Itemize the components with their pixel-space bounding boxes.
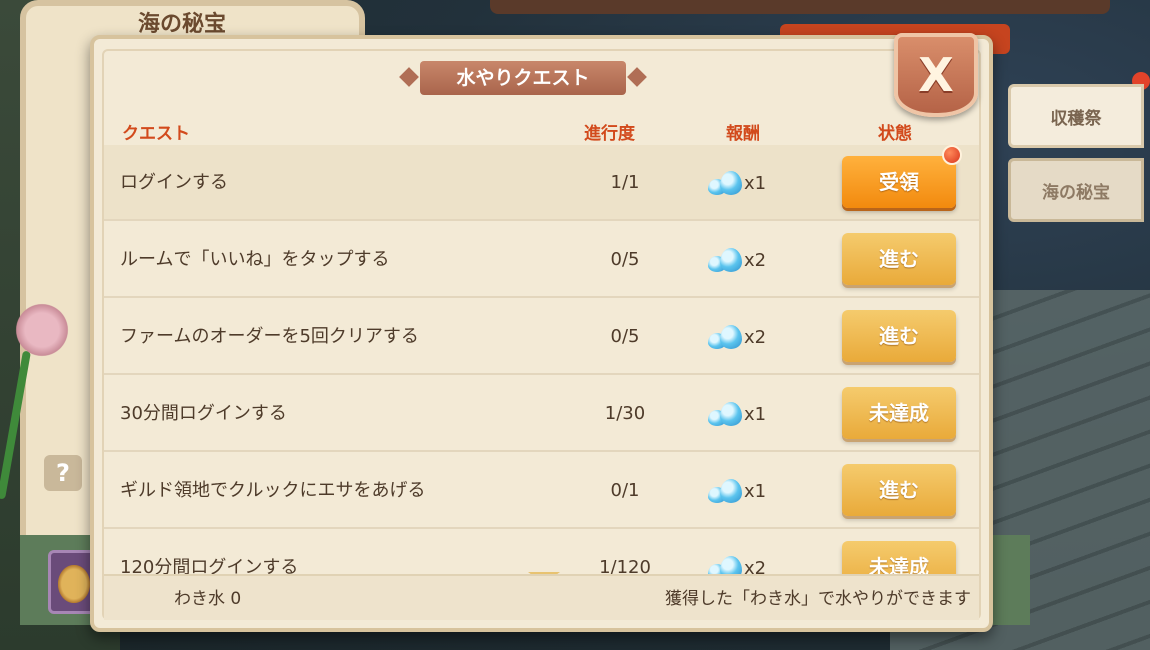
water-drop-icon — [708, 479, 742, 503]
close-button[interactable]: X — [894, 33, 978, 117]
quest-name: ギルド領地でクルックにエサをあげる — [120, 480, 426, 501]
go-button[interactable]: 進む — [842, 310, 956, 362]
quest-reward: x1 — [708, 169, 766, 197]
background-top-banner — [490, 0, 1110, 14]
quest-name: ルームで「いいね」をタップする — [120, 249, 390, 270]
reward-quantity: x2 — [744, 326, 767, 348]
column-header-quest: クエスト — [122, 124, 190, 144]
table-row: 120分間ログインする 1/120 x2 未達成 — [104, 530, 979, 575]
water-drop-icon — [708, 402, 742, 426]
table-row: ギルド領地でクルックにエサをあげる 0/1 x1 進む — [104, 453, 979, 529]
quest-name: ログインする — [120, 172, 228, 193]
quest-name: ファームのオーダーを5回クリアする — [120, 326, 419, 347]
shell-icon — [58, 565, 90, 603]
go-button[interactable]: 進む — [842, 233, 956, 285]
reward-quantity: x1 — [744, 172, 767, 194]
dialog-title: 水やりクエスト — [420, 61, 626, 95]
table-row: 30分間ログインする 1/30 x1 未達成 — [104, 376, 979, 452]
quest-progress: 1/30 — [604, 403, 646, 424]
water-drop-icon — [708, 171, 742, 195]
reward-quantity: x1 — [744, 480, 767, 502]
column-header-progress: 進行度 — [584, 124, 635, 144]
go-button[interactable]: 進む — [842, 464, 956, 516]
quest-progress: 1/1 — [610, 172, 640, 193]
water-drop-icon — [708, 556, 742, 575]
quest-progress: 0/1 — [610, 480, 640, 501]
close-icon: X — [918, 48, 954, 102]
tab-sea-treasure[interactable]: 海の秘宝 — [1008, 158, 1144, 222]
table-row: ファームのオーダーを5回クリアする 0/5 x2 進む — [104, 299, 979, 375]
tab-harvest-festival[interactable]: 収穫祭 — [1008, 84, 1144, 148]
water-count: わき水 0 — [174, 589, 242, 609]
table-row: ルームで「いいね」をタップする 0/5 x2 進む — [104, 222, 979, 298]
column-header-reward: 報酬 — [726, 124, 760, 144]
notification-badge — [942, 145, 962, 165]
quest-progress: 0/5 — [610, 249, 640, 270]
dialog-footer: わき水 0 獲得した「わき水」で水やりができます — [104, 574, 979, 620]
quest-progress: 0/5 — [610, 326, 640, 347]
reward-quantity: x2 — [744, 557, 767, 576]
column-header-status: 状態 — [878, 124, 912, 144]
tab-label: 収穫祭 — [1050, 109, 1102, 129]
quest-table[interactable]: ログインする 1/1 x1 受領 ルームで「いいね」をタップする 0/5 x2 … — [104, 145, 979, 575]
quest-reward: x1 — [708, 400, 766, 428]
incomplete-button[interactable]: 未達成 — [842, 387, 956, 439]
flower-icon — [12, 300, 72, 360]
quest-name: 30分間ログインする — [120, 403, 287, 424]
help-icon[interactable]: ? — [44, 455, 82, 491]
claim-button[interactable]: 受領 — [842, 156, 956, 208]
footer-hint: 獲得した「わき水」で水やりができます — [665, 589, 971, 609]
tab-label: 海の秘宝 — [1042, 183, 1110, 203]
quest-reward: x2 — [708, 323, 766, 351]
quest-progress: 1/120 — [599, 557, 651, 575]
incomplete-button[interactable]: 未達成 — [842, 541, 956, 575]
water-drop-icon — [708, 248, 742, 272]
quest-reward: x2 — [708, 554, 766, 575]
watering-quest-dialog: 水やりクエスト X クエスト 進行度 報酬 状態 ログインする 1/1 x1 受… — [90, 33, 993, 632]
reward-quantity: x2 — [744, 249, 767, 271]
background-window-title: 海の秘宝 — [138, 12, 227, 37]
quest-reward: x1 — [708, 477, 766, 505]
quest-reward: x2 — [708, 246, 766, 274]
water-drop-icon — [708, 325, 742, 349]
quest-name: 120分間ログインする — [120, 557, 299, 575]
table-row: ログインする 1/1 x1 受領 — [104, 145, 979, 221]
reward-quantity: x1 — [744, 403, 767, 425]
